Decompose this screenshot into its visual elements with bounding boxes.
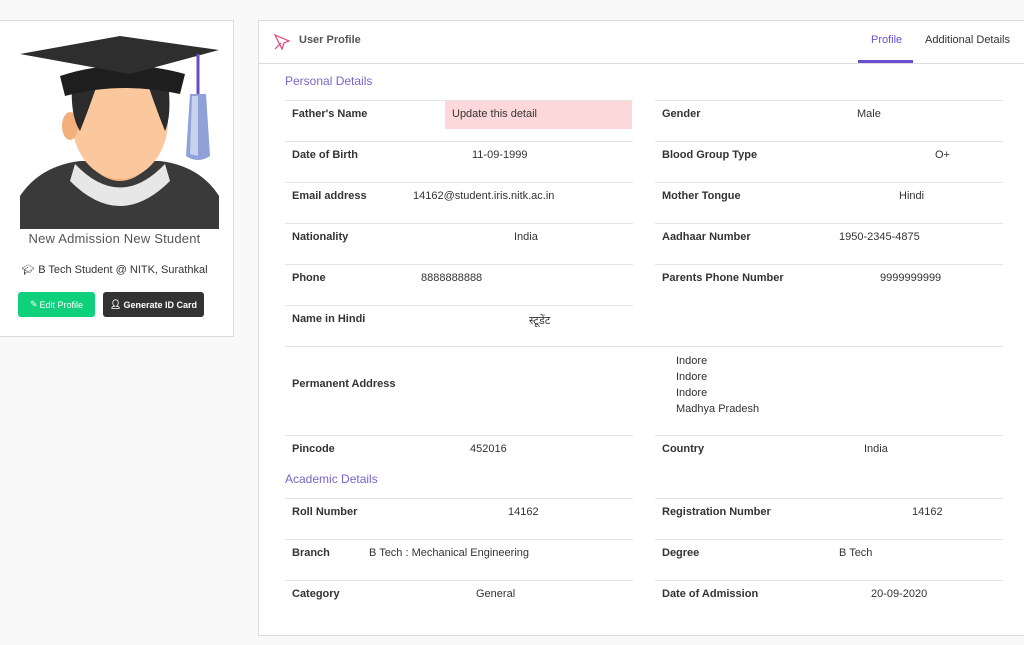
student-subtitle-text: B Tech Student @ NITK, Surathkal: [38, 264, 208, 276]
name-hindi-label: Name in Hindi: [292, 313, 366, 325]
user-icon: 👤︎: [110, 299, 122, 309]
roll-number-cell: Roll Number 14162: [285, 498, 633, 539]
blood-group-cell: Blood Group Type O+: [655, 141, 1003, 182]
edit-icon: ✎: [29, 299, 38, 309]
edit-profile-button[interactable]: ✎ Edit Profile: [18, 292, 95, 317]
parents-phone-value: 9999999999: [880, 272, 942, 284]
pincode-value: 452016: [470, 443, 507, 455]
country-cell: Country India: [655, 435, 1003, 476]
permanent-address-label: Permanent Address: [292, 378, 396, 390]
gender-label: Gender: [662, 108, 701, 120]
profile-details-card: User Profile Profile Additional Details …: [258, 20, 1024, 636]
nationality-label: Nationality: [292, 231, 349, 243]
gender-value: Male: [857, 108, 881, 120]
registration-number-cell: Registration Number 14162: [655, 498, 1003, 539]
aadhaar-cell: Aadhaar Number 1950-2345-4875: [655, 223, 1003, 264]
tab-additional-details[interactable]: Additional Details: [925, 34, 1010, 46]
address-line: Madhya Pradesh: [676, 403, 760, 415]
date-of-admission-label: Date of Admission: [662, 588, 759, 600]
aadhaar-label: Aadhaar Number: [662, 231, 751, 243]
student-name: New Admission New Student: [28, 231, 201, 246]
profile-card: New Admission New Student 🎓︎ B Tech Stud…: [0, 20, 234, 337]
graduation-cap-icon: 🎓︎: [21, 264, 35, 276]
phone-label: Phone: [292, 272, 326, 284]
edit-profile-label: Edit Profile: [39, 299, 84, 310]
tab-profile[interactable]: Profile: [871, 34, 902, 46]
degree-cell: Degree B Tech: [655, 539, 1003, 580]
branch-label: Branch: [292, 547, 330, 559]
generate-id-card-button[interactable]: 👤︎ Generate ID Card: [103, 292, 204, 317]
card-header: User Profile Profile Additional Details: [259, 21, 1024, 64]
mother-tongue-value: Hindi: [899, 190, 925, 202]
dob-value: 11-09-1999: [472, 149, 528, 161]
pin-icon: [273, 33, 291, 51]
date-of-admission-cell: Date of Admission 20-09-2020: [655, 580, 1003, 621]
email-label: Email address: [292, 190, 367, 202]
country-label: Country: [662, 443, 705, 455]
pincode-cell: Pincode 452016: [285, 435, 633, 476]
category-label: Category: [292, 588, 340, 600]
address-line: Indore: [676, 371, 708, 383]
branch-value: B Tech : Mechanical Engineering: [369, 547, 530, 559]
nationality-cell: Nationality India: [285, 223, 633, 264]
parents-phone-cell: Parents Phone Number 9999999999: [655, 264, 1003, 305]
registration-number-value: 14162: [912, 506, 943, 518]
permanent-address-value: Indore Indore Indore Madhya Pradesh: [676, 353, 759, 417]
category-cell: Category General: [285, 580, 633, 621]
nationality-value: India: [514, 231, 538, 243]
phone-cell: Phone 8888888888: [285, 264, 633, 305]
email-cell: Email address 14162@student.iris.nitk.ac…: [285, 182, 633, 223]
degree-label: Degree: [662, 547, 700, 559]
name-hindi-cell: Name in Hindi स्टूडेंट: [285, 305, 633, 346]
phone-value: 8888888888: [421, 272, 483, 284]
degree-value: B Tech: [839, 547, 873, 559]
address-line: Indore: [676, 387, 708, 399]
active-tab-indicator: [858, 60, 913, 63]
category-value: General: [476, 588, 516, 600]
student-subtitle: 🎓︎ B Tech Student @ NITK, Surathkal: [0, 264, 229, 276]
page-title: User Profile: [299, 34, 361, 46]
permanent-address-cell: Permanent Address Indore Indore Indore M…: [285, 346, 1003, 435]
dob-cell: Date of Birth 11-09-1999: [285, 141, 633, 182]
fathers-name-label: Father's Name: [292, 108, 368, 120]
fathers-name-value[interactable]: Update this detail: [452, 108, 537, 120]
parents-phone-label: Parents Phone Number: [662, 272, 784, 284]
generate-id-card-label: Generate ID Card: [123, 299, 197, 310]
student-avatar: [20, 36, 219, 229]
roll-number-value: 14162: [508, 506, 539, 518]
fathers-name-cell: Father's Name Update this detail: [285, 100, 633, 141]
branch-cell: Branch B Tech : Mechanical Engineering: [285, 539, 633, 580]
address-line: Indore: [676, 355, 708, 367]
gender-cell: Gender Male: [655, 100, 1003, 141]
academic-details-title: Academic Details: [285, 472, 378, 486]
mother-tongue-cell: Mother Tongue Hindi: [655, 182, 1003, 223]
dob-label: Date of Birth: [292, 149, 358, 161]
pincode-label: Pincode: [292, 443, 335, 455]
personal-details-title: Personal Details: [285, 74, 373, 88]
name-hindi-value: स्टूडेंट: [529, 315, 551, 327]
blood-group-label: Blood Group Type: [662, 149, 758, 161]
country-value: India: [864, 443, 888, 455]
date-of-admission-value: 20-09-2020: [871, 588, 928, 600]
mother-tongue-label: Mother Tongue: [662, 190, 741, 202]
email-value: 14162@student.iris.nitk.ac.in: [413, 190, 555, 202]
blood-group-value: O+: [935, 149, 950, 161]
roll-number-label: Roll Number: [292, 506, 358, 518]
registration-number-label: Registration Number: [662, 506, 771, 518]
aadhaar-value: 1950-2345-4875: [839, 231, 920, 243]
